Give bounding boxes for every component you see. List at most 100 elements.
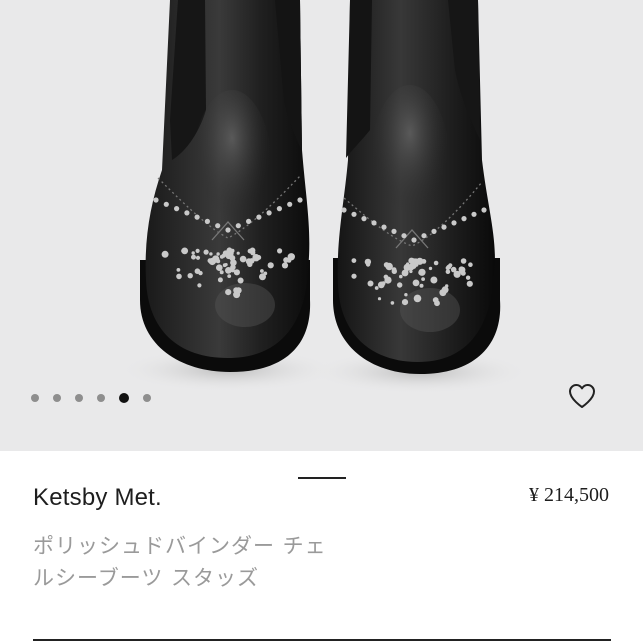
product-name-line-1: ポリッシュドバインダー チェ xyxy=(33,534,327,558)
stud xyxy=(281,262,289,269)
stud xyxy=(267,262,274,269)
stud xyxy=(209,252,213,256)
stud xyxy=(216,252,220,256)
stud xyxy=(194,214,200,220)
stud xyxy=(439,289,447,297)
stud xyxy=(461,216,467,222)
stud xyxy=(421,259,427,264)
stud xyxy=(377,297,382,301)
stud xyxy=(397,282,403,288)
stud xyxy=(203,249,209,255)
stud xyxy=(163,201,169,207)
stud xyxy=(431,228,437,234)
stud xyxy=(259,273,266,281)
gallery-pagination xyxy=(31,392,151,404)
stud xyxy=(287,258,292,263)
pagination-dot-active[interactable] xyxy=(119,393,129,403)
stud xyxy=(445,284,449,288)
sheet-handle[interactable] xyxy=(298,477,346,479)
right-boot xyxy=(333,0,501,374)
stud xyxy=(191,251,195,255)
stud xyxy=(458,266,465,273)
stud xyxy=(245,258,252,265)
stud xyxy=(256,214,262,220)
brand-name: Ketsby Met. xyxy=(33,484,162,511)
stud xyxy=(174,206,180,212)
stud xyxy=(229,255,236,261)
stud xyxy=(225,227,231,233)
stud xyxy=(225,289,232,296)
stud xyxy=(391,268,397,274)
stud xyxy=(361,216,367,222)
stud xyxy=(277,248,283,254)
stud xyxy=(481,207,487,213)
stud xyxy=(224,263,228,267)
stud xyxy=(421,233,427,239)
stud xyxy=(364,258,372,266)
stud xyxy=(433,260,439,266)
stud xyxy=(217,277,223,283)
stud xyxy=(276,206,282,212)
stud xyxy=(237,277,244,284)
product-image-gallery[interactable] xyxy=(0,0,643,451)
stud xyxy=(451,220,457,226)
stud xyxy=(216,264,223,272)
stud xyxy=(391,228,397,234)
product-image xyxy=(118,0,530,394)
pagination-dot[interactable] xyxy=(75,394,83,402)
stud xyxy=(287,201,293,207)
stud xyxy=(230,264,236,271)
stud xyxy=(176,268,181,272)
stud xyxy=(374,286,379,290)
pagination-dot[interactable] xyxy=(31,394,39,402)
stud xyxy=(450,266,457,273)
stud xyxy=(468,262,473,268)
stud xyxy=(448,263,453,268)
product-name: ポリッシュドバインダー チェ ルシーブーツ スタッズ xyxy=(33,530,413,594)
pagination-dot[interactable] xyxy=(53,394,61,402)
stud xyxy=(176,273,182,280)
stud xyxy=(430,276,438,284)
stud xyxy=(351,258,357,263)
stud xyxy=(399,274,403,279)
stud xyxy=(266,210,272,216)
stud xyxy=(351,211,357,217)
stud xyxy=(413,294,422,303)
stud xyxy=(260,269,264,273)
stud xyxy=(195,248,200,253)
stud xyxy=(414,262,419,267)
stud xyxy=(239,255,247,263)
pagination-dot[interactable] xyxy=(143,394,151,402)
stud xyxy=(233,269,240,276)
pagination-dot[interactable] xyxy=(97,394,105,402)
favorite-button[interactable] xyxy=(566,381,598,411)
stud xyxy=(411,237,417,243)
stud xyxy=(219,254,224,259)
stud xyxy=(235,287,242,294)
left-boot xyxy=(140,0,311,372)
stud xyxy=(409,269,413,274)
stud xyxy=(250,250,256,256)
stud xyxy=(401,299,409,306)
stud xyxy=(187,273,193,279)
stud xyxy=(235,223,241,229)
stud xyxy=(428,266,433,271)
stud xyxy=(297,197,303,203)
stud xyxy=(256,255,262,260)
product-name-line-2: ルシーブーツ スタッズ xyxy=(33,566,259,590)
stud xyxy=(191,254,196,260)
product-price: ¥ 214,500 xyxy=(529,484,609,506)
stud xyxy=(367,280,374,287)
divider xyxy=(33,639,611,641)
stud xyxy=(385,262,393,271)
stud xyxy=(236,251,240,255)
stud xyxy=(418,268,426,276)
stud xyxy=(441,224,447,230)
stud xyxy=(195,255,201,260)
stud xyxy=(390,301,395,305)
stud xyxy=(246,218,252,224)
stud xyxy=(403,263,411,271)
stud xyxy=(161,250,169,258)
stud xyxy=(421,277,425,281)
stud xyxy=(381,224,387,230)
